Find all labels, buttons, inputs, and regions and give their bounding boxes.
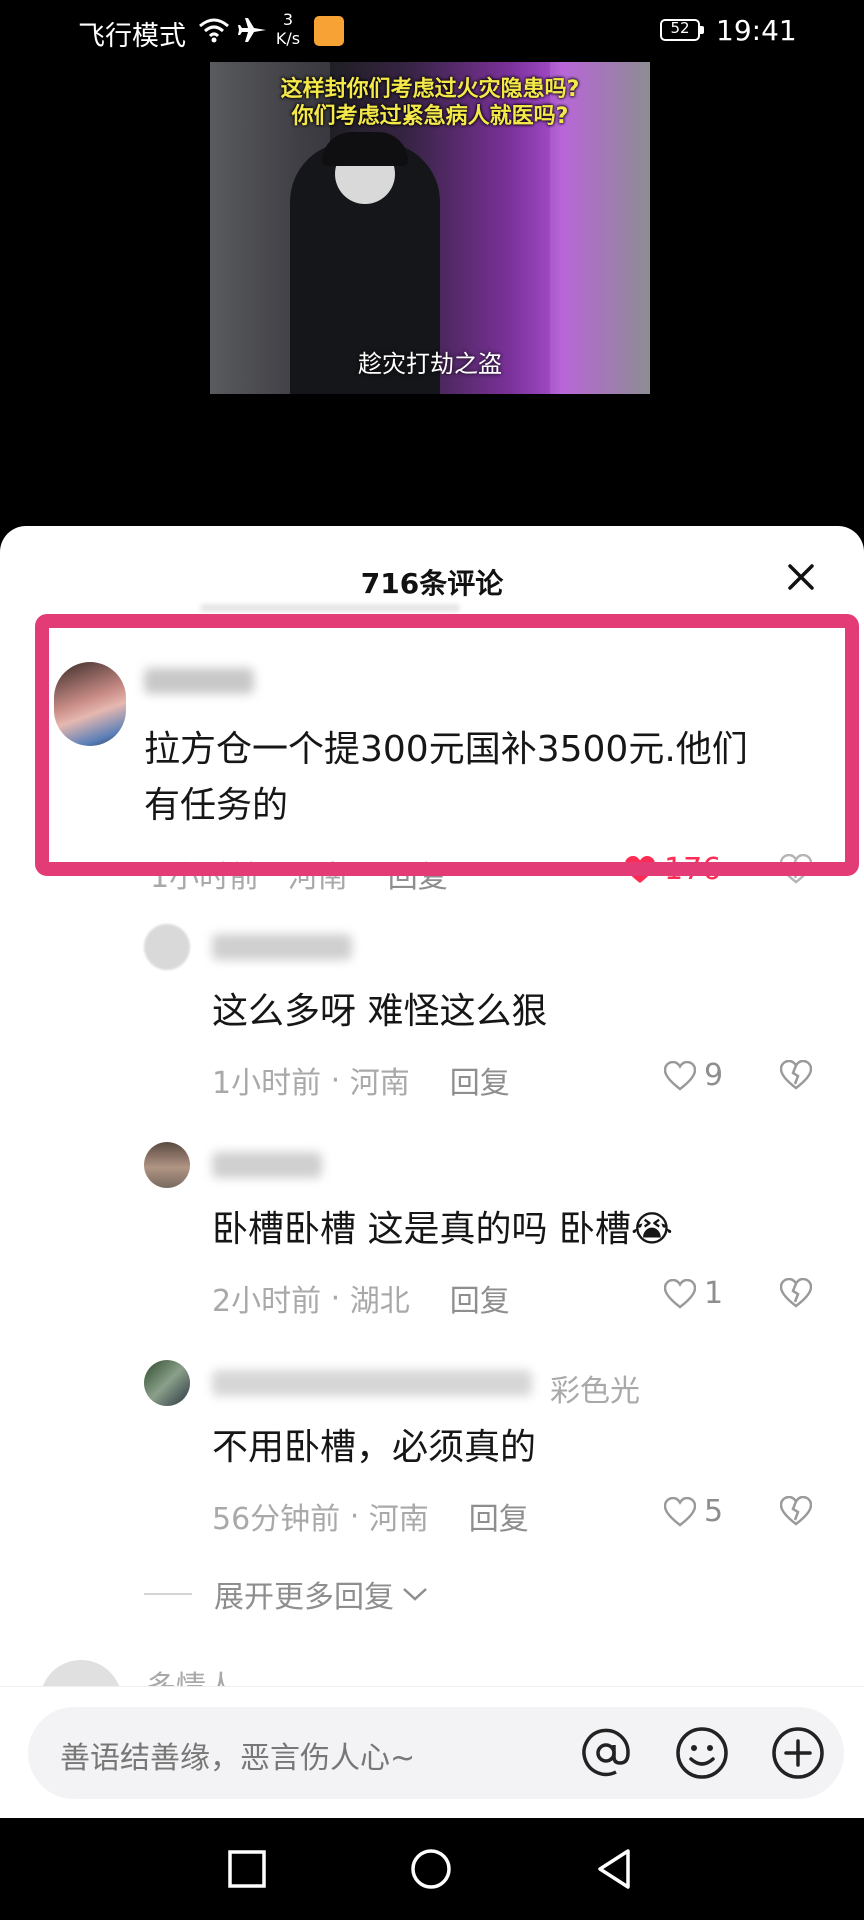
comment-location: 河南 bbox=[368, 1502, 429, 1537]
comment-time: 2小时前 bbox=[212, 1284, 322, 1319]
username-blurred bbox=[212, 1152, 322, 1178]
avatar[interactable] bbox=[144, 1360, 190, 1406]
like-count: 9 bbox=[704, 1058, 724, 1093]
video-subtitle: 趁灾打劫之盗 bbox=[358, 350, 502, 378]
comment-location: 湖北 bbox=[349, 1284, 410, 1319]
battery-level: 52 bbox=[670, 19, 690, 37]
emoji-icon[interactable] bbox=[672, 1723, 732, 1783]
add-icon[interactable] bbox=[768, 1723, 828, 1783]
square-nav-icon[interactable] bbox=[224, 1846, 270, 1892]
username-blurred bbox=[212, 1370, 532, 1396]
broken-heart-icon[interactable] bbox=[780, 1496, 812, 1526]
comment-text-body: 卧槽卧槽 这是真的吗 卧槽 bbox=[212, 1209, 631, 1250]
like-count: 5 bbox=[704, 1494, 724, 1529]
wifi-icon bbox=[199, 18, 229, 43]
comment-meta: 2小时前 · 湖北 回复 bbox=[212, 1276, 510, 1320]
username-blurred bbox=[212, 934, 352, 960]
comment-meta: 1小时前 · 河南 回复 bbox=[212, 1058, 510, 1102]
heart-icon bbox=[664, 1060, 696, 1091]
video-scene-cap bbox=[322, 132, 408, 166]
network-speed: 3 K/s bbox=[272, 10, 304, 48]
back-nav-icon[interactable] bbox=[592, 1846, 638, 1892]
at-icon[interactable] bbox=[576, 1723, 636, 1783]
like-count: 1 bbox=[704, 1276, 724, 1311]
network-speed-unit: K/s bbox=[275, 29, 301, 48]
reply-button[interactable]: 回复 bbox=[450, 1058, 510, 1102]
meta-separator: · bbox=[321, 1062, 350, 1098]
expand-more-replies[interactable]: 展开更多回复 bbox=[144, 1572, 430, 1616]
heart-icon bbox=[664, 1278, 696, 1309]
status-bar: 飞行模式 3 K/s 52 19:41 bbox=[0, 0, 864, 62]
broken-heart-icon[interactable] bbox=[780, 1060, 812, 1090]
comment-input-placeholder: 善语结善缘，恶言伤人心~ bbox=[60, 1741, 416, 1776]
airplane-mode-label: 飞行模式 bbox=[78, 21, 186, 52]
circle-nav-icon[interactable] bbox=[408, 1846, 454, 1892]
comment-text: 卧槽卧槽 这是真的吗 卧槽😭 bbox=[212, 1202, 673, 1258]
scrolled-text-remnant bbox=[200, 604, 460, 612]
meta-separator: · bbox=[321, 1280, 350, 1316]
broken-heart-icon[interactable] bbox=[780, 1278, 812, 1308]
comment-text: 这么多呀 难怪这么狠 bbox=[212, 991, 548, 1032]
chevron-down-icon bbox=[403, 1588, 427, 1601]
status-icons bbox=[198, 10, 268, 50]
video-player[interactable]: 这样封你们考虑过火灾隐患吗? 你们考虑过紧急病人就医吗? 趁灾打劫之盗 bbox=[210, 62, 650, 394]
comment-input[interactable]: 善语结善缘，恶言伤人心~ bbox=[28, 1707, 844, 1799]
expand-more-label: 展开更多回复 bbox=[214, 1580, 394, 1615]
reply-button[interactable]: 回复 bbox=[469, 1494, 529, 1538]
comment-time: 56分钟前 bbox=[212, 1502, 341, 1537]
avatar[interactable] bbox=[144, 1142, 190, 1188]
close-icon[interactable] bbox=[786, 562, 816, 592]
comment-input-bar: 善语结善缘，恶言伤人心~ bbox=[0, 1686, 864, 1819]
heart-icon bbox=[664, 1496, 696, 1527]
comment-time: 1小时前 bbox=[212, 1066, 322, 1101]
avatar[interactable] bbox=[144, 924, 190, 970]
airplane-icon bbox=[238, 18, 266, 42]
meta-separator: · bbox=[340, 1498, 369, 1534]
system-nav-bar bbox=[0, 1818, 864, 1920]
like-button[interactable]: 9 bbox=[664, 1058, 723, 1093]
video-caption-line: 这样封你们考虑过火灾隐患吗? bbox=[280, 77, 580, 102]
like-button[interactable]: 1 bbox=[664, 1276, 723, 1311]
comment-text: 不用卧槽，必须真的 bbox=[212, 1427, 537, 1468]
crying-emoji-icon: 😭 bbox=[630, 1209, 673, 1250]
username-visible-part: 彩色光 bbox=[550, 1374, 640, 1409]
app-notification-icon bbox=[314, 16, 344, 46]
video-caption-line: 你们考虑过紧急病人就医吗? bbox=[291, 104, 569, 129]
highlight-box bbox=[35, 614, 859, 876]
battery-icon: 52 bbox=[660, 19, 704, 41]
clock: 19:41 bbox=[716, 14, 797, 47]
like-button[interactable]: 5 bbox=[664, 1494, 723, 1529]
reply-button[interactable]: 回复 bbox=[450, 1276, 510, 1320]
network-speed-value: 3 bbox=[282, 10, 294, 29]
video-caption: 这样封你们考虑过火灾隐患吗? 你们考虑过紧急病人就医吗? bbox=[210, 76, 650, 130]
expand-divider bbox=[144, 1593, 192, 1595]
comment-meta: 56分钟前 · 河南 回复 bbox=[212, 1494, 529, 1538]
comment-location: 河南 bbox=[349, 1066, 410, 1101]
comments-count-title: 716条评论 bbox=[360, 567, 504, 600]
